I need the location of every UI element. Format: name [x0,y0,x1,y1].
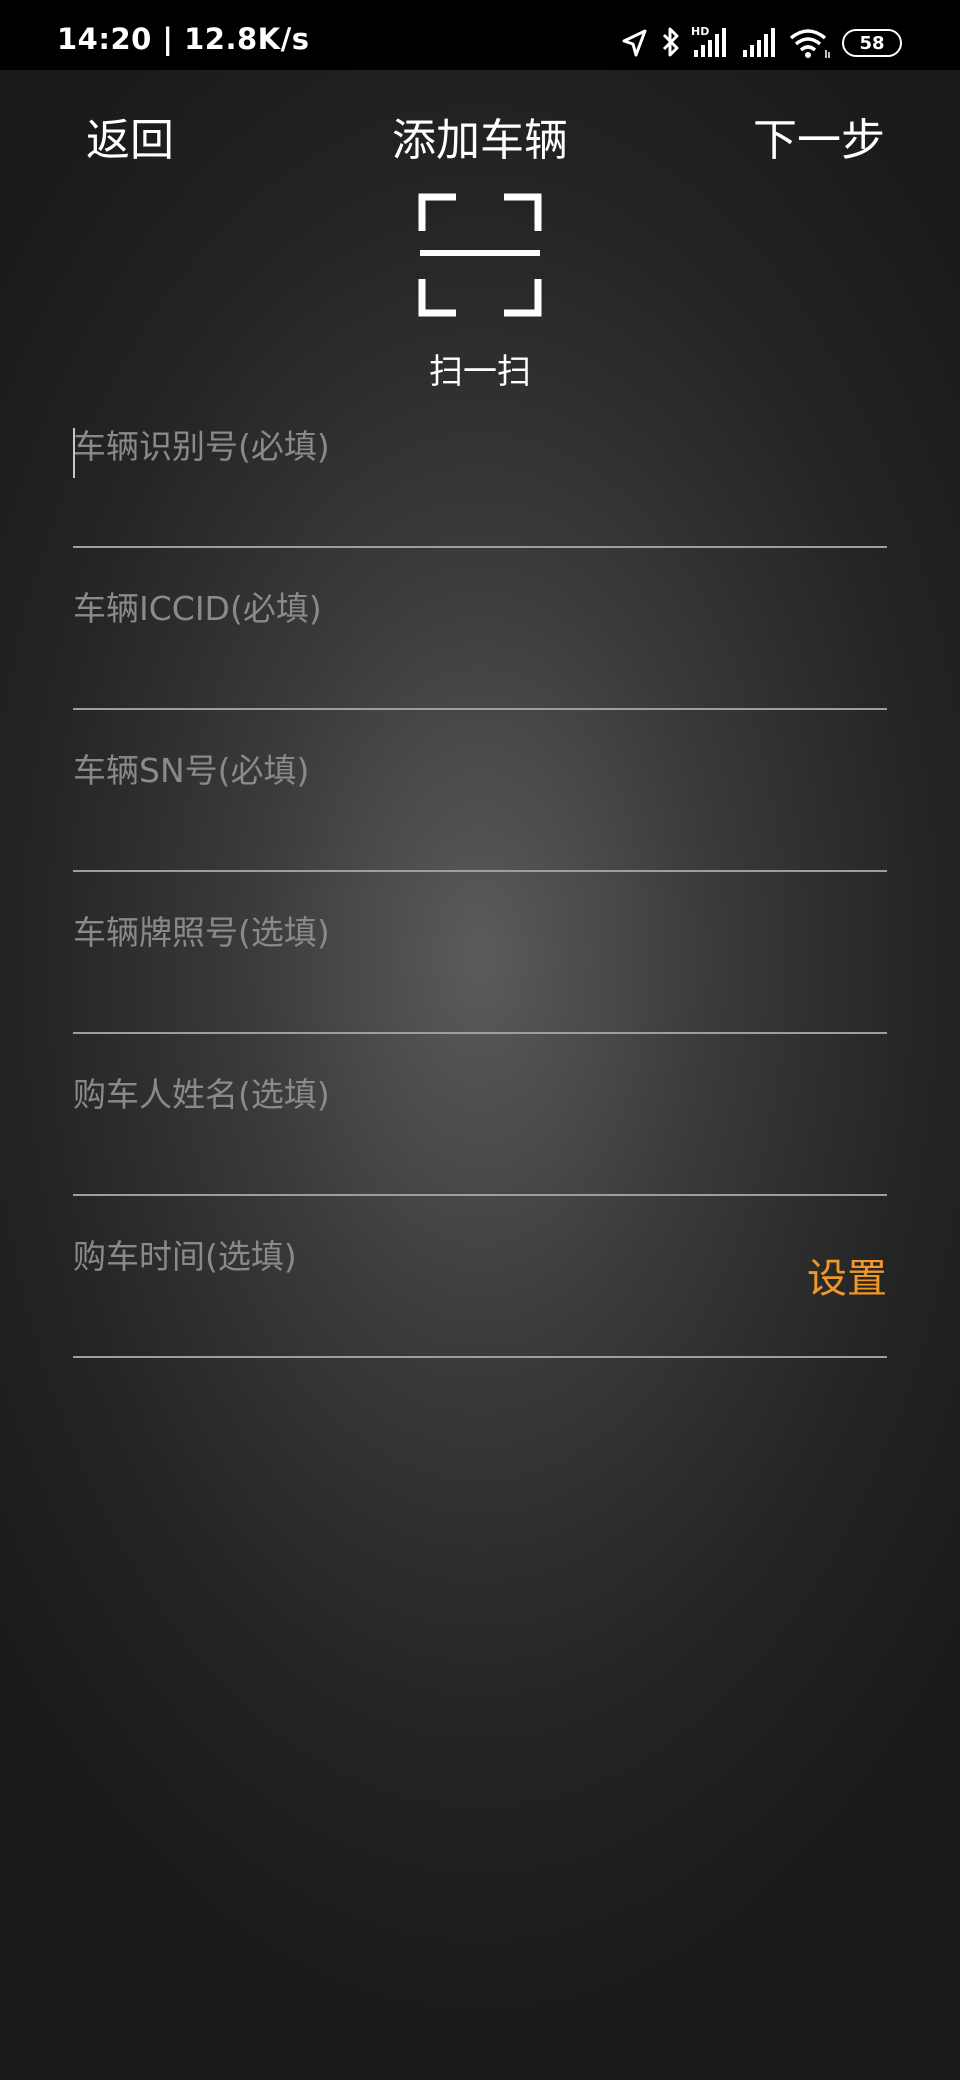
status-time-speed: 14:20 | 12.8K/s [57,22,310,56]
vin-field [73,386,887,548]
plate-input[interactable] [73,902,773,962]
wifi-icon [789,29,830,58]
location-icon [622,29,647,57]
back-button[interactable]: 返回 [86,104,174,168]
next-step-button[interactable]: 下一步 [753,104,885,168]
purchase-time-input[interactable] [73,1226,773,1286]
bluetooth-icon [662,27,679,57]
purchase-time-field: 设置 [73,1196,887,1358]
signal-hd-icon: HD [691,25,726,57]
scan-icon[interactable] [418,193,542,317]
vin-input[interactable] [73,416,773,476]
plate-field [73,872,887,1034]
iccid-field [73,548,887,710]
battery-level: 58 [859,32,885,54]
sn-field [73,710,887,872]
buyer-name-field [73,1034,887,1196]
svg-text:HD: HD [691,25,709,38]
status-bar: 14:20 | 12.8K/s HD 58 [0,0,960,70]
sn-input[interactable] [73,740,773,800]
iccid-input[interactable] [73,578,773,638]
signal-icon [743,28,775,57]
buyer-name-input[interactable] [73,1064,773,1124]
battery-icon: 58 [842,29,902,57]
set-time-button[interactable]: 设置 [807,1246,887,1304]
